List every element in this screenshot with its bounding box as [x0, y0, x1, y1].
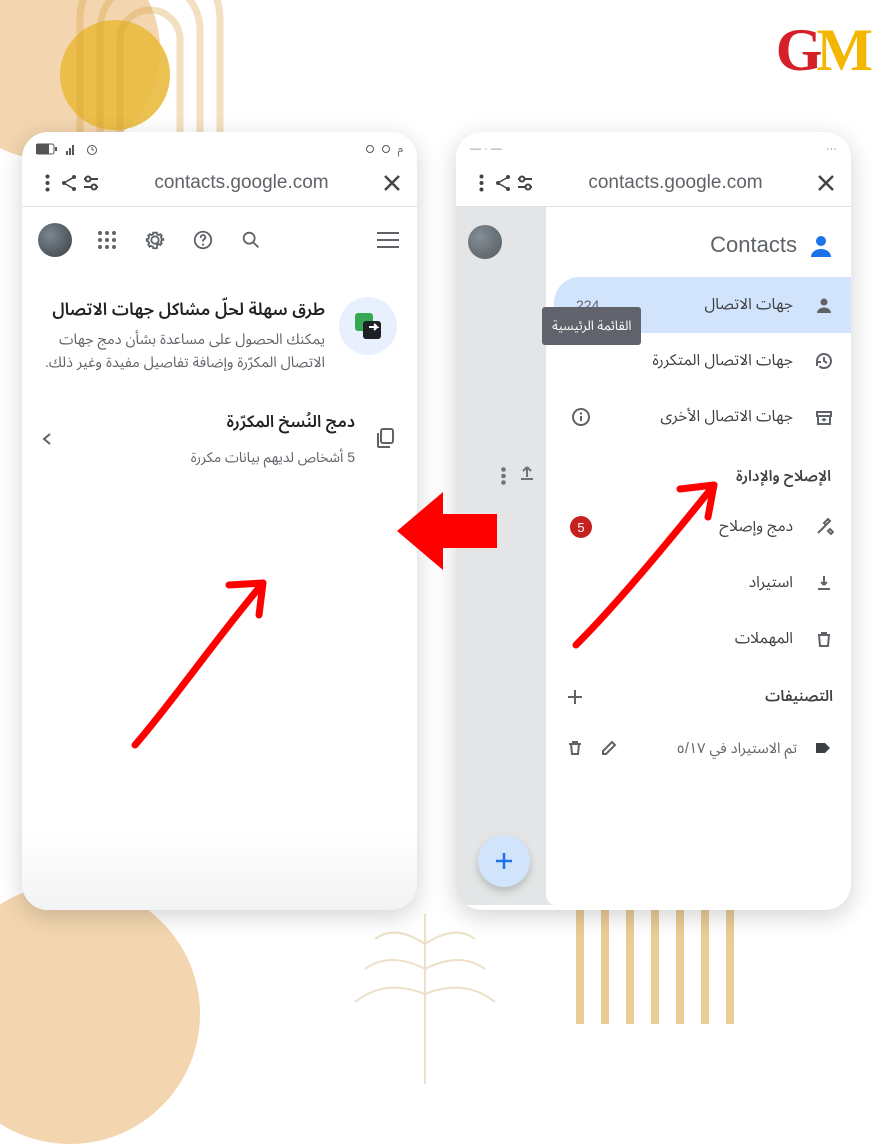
gm-logo: GM [776, 16, 867, 85]
messenger-icon [382, 145, 390, 153]
sidebar-item-label: جهات الاتصال [619, 289, 793, 321]
browser-bar: contacts.google.com [22, 162, 417, 204]
share-icon[interactable] [58, 172, 80, 194]
bg-ornament [0, 884, 200, 1144]
drawer-header: Contacts [546, 219, 851, 277]
tune-icon[interactable] [80, 172, 102, 194]
signal-icon [66, 143, 78, 155]
merge-duplicates-row[interactable]: دمج النُسخ المكرّرة 5 أشخاص لديهم بيانات… [22, 385, 417, 493]
info-icon[interactable] [570, 406, 592, 428]
more-icon[interactable] [470, 172, 492, 194]
close-icon[interactable] [381, 172, 403, 194]
browser-bar: contacts.google.com [456, 162, 851, 204]
chevron-right-icon [42, 432, 52, 446]
battery-icon [36, 143, 58, 155]
label-item-imported[interactable]: تم الاستيراد في ٥/١٧ [546, 721, 851, 776]
trash-icon[interactable] [564, 739, 584, 759]
person-icon [813, 294, 835, 316]
apps-icon[interactable] [94, 227, 120, 253]
big-arrow-left [393, 486, 497, 576]
merge-subtitle: 5 أشخاص لديهم بيانات مكررة [68, 444, 355, 473]
section-labels: التصنيفات [546, 667, 851, 721]
import-icon [813, 572, 835, 594]
trash-icon [813, 628, 835, 650]
label-text: تم الاستيراد في ٥/١٧ [632, 733, 797, 764]
url-text[interactable]: contacts.google.com [536, 172, 815, 194]
add-contact-fab[interactable] [478, 835, 530, 887]
fix-card-desc: يمكنك الحصول على مساعدة بشأن دمج جهات ال… [42, 329, 325, 375]
add-label-button[interactable] [564, 686, 586, 708]
more-icon[interactable] [36, 172, 58, 194]
hand-arrow-right [556, 455, 746, 655]
sidebar-item-label: جهات الاتصال الأخرى [612, 401, 793, 433]
status-bar: م [22, 132, 417, 162]
main-menu-tooltip: القائمة الرئيسية [542, 307, 641, 345]
sidebar-item-other[interactable]: جهات الاتصال الأخرى [554, 389, 851, 445]
tools-icon [813, 516, 835, 538]
url-text[interactable]: contacts.google.com [102, 172, 381, 194]
search-icon[interactable] [238, 227, 264, 253]
menu-icon[interactable] [375, 227, 401, 253]
history-icon [813, 350, 835, 372]
fix-card-icon [339, 297, 397, 355]
avatar[interactable] [38, 223, 72, 257]
merge-title: دمج النُسخ المكرّرة [68, 405, 355, 440]
facebook-icon [366, 145, 374, 153]
app-title: Contacts [710, 232, 797, 258]
contacts-app-icon [807, 231, 835, 259]
alarm-icon [86, 143, 98, 155]
label-icon [811, 738, 833, 760]
hand-arrow-left [115, 555, 295, 755]
status-bar: — · — ··· [456, 132, 851, 162]
bg-leaves [330, 884, 520, 1084]
share-icon[interactable] [492, 172, 514, 194]
close-icon[interactable] [815, 172, 837, 194]
archive-icon [813, 406, 835, 428]
tune-icon[interactable] [514, 172, 536, 194]
contacts-topbar [22, 207, 417, 267]
settings-icon[interactable] [142, 227, 168, 253]
copy-icon [371, 426, 397, 452]
fix-card-title: طرق سهلة لحلّ مشاكل جهات الاتصال [42, 297, 325, 323]
sidebar-item-label: جهات الاتصال المتكررة [570, 345, 793, 377]
phone-left: م contacts.google.com [22, 132, 417, 910]
edit-icon[interactable] [598, 739, 618, 759]
help-icon[interactable] [190, 227, 216, 253]
fix-problems-card: طرق سهلة لحلّ مشاكل جهات الاتصال يمكنك ا… [22, 267, 417, 385]
status-time: م [398, 138, 403, 161]
